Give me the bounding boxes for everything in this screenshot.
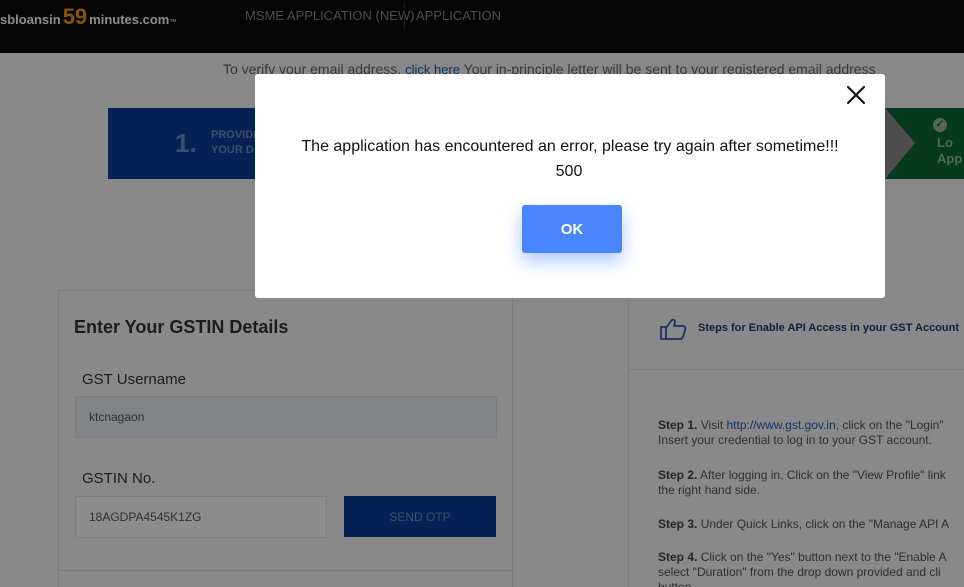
close-button[interactable] (845, 84, 867, 106)
ok-button[interactable]: OK (522, 205, 622, 253)
error-code: 500 (555, 163, 583, 180)
error-dialog: The application has encountered an error… (255, 74, 885, 298)
close-icon (846, 85, 866, 105)
error-message: The application has encountered an error… (301, 138, 839, 155)
